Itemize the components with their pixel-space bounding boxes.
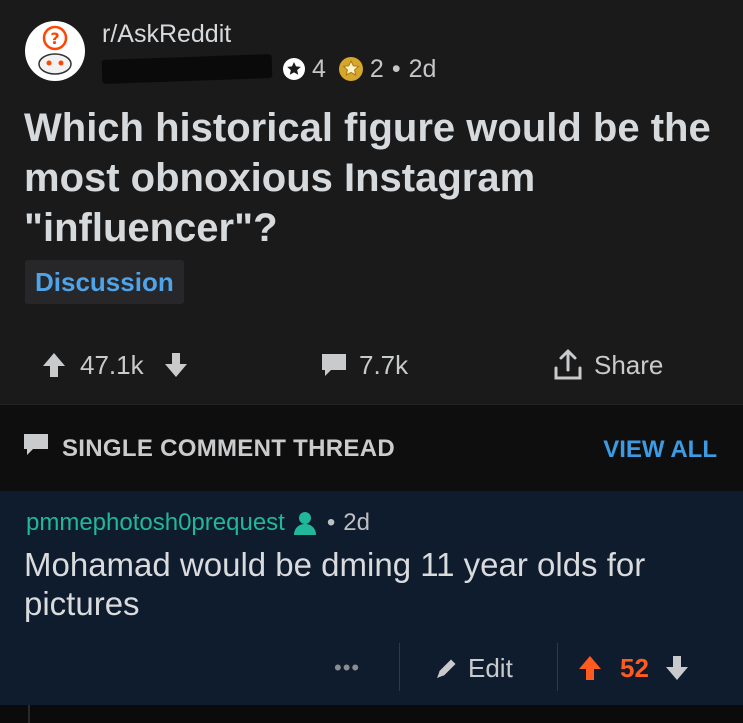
comment-score: 52 [620, 652, 649, 683]
upvote-count: 47.1k [80, 349, 144, 380]
comment-count: 7.7k [359, 349, 409, 380]
comment-separator: • [326, 509, 336, 536]
comment-author[interactable]: pmmephotosh0prequest [26, 509, 285, 537]
thread-label: SINGLE COMMENT THREAD [22, 432, 395, 465]
next-thread-strip [0, 705, 743, 723]
divider [399, 643, 400, 691]
comment-icon [319, 351, 349, 379]
karma-count: 4 [312, 54, 326, 83]
svg-text:?: ? [50, 29, 59, 48]
snoo-question-icon: ? [25, 21, 85, 81]
subreddit-avatar[interactable]: ? [24, 20, 86, 82]
edit-label: Edit [468, 652, 513, 683]
downvote-icon[interactable] [162, 350, 190, 380]
comment-card: pmmephotosh0prequest • 2d Mohamad would … [0, 491, 743, 723]
post-card: ? r/AskReddit 4 2 • 2d Which historical … [0, 0, 743, 405]
post-flair[interactable]: Discussion [25, 260, 184, 304]
comment-age: 2d [343, 509, 370, 536]
thread-label-text: SINGLE COMMENT THREAD [62, 434, 395, 462]
comment-actions: ••• Edit 52 [0, 641, 743, 695]
thread-line [28, 705, 30, 723]
gold-award-icon [338, 56, 364, 82]
more-options-button[interactable]: ••• [334, 655, 360, 681]
op-user-icon [291, 509, 319, 537]
post-actions: 47.1k 7.7k Share [0, 340, 743, 390]
comment-meta: pmmephotosh0prequest • 2d [26, 509, 370, 537]
single-thread-banner: SINGLE COMMENT THREAD VIEW ALL [0, 405, 743, 491]
upvote-icon[interactable] [40, 350, 68, 380]
post-age: 2d [408, 54, 437, 83]
post-title[interactable]: Which historical figure would be the mos… [24, 103, 714, 253]
meta-separator: • [391, 54, 401, 83]
post-meta: 4 2 • 2d [101, 54, 462, 84]
comments-button[interactable]: 7.7k [319, 340, 408, 390]
share-label: Share [594, 349, 664, 380]
divider [557, 643, 558, 691]
share-icon [552, 348, 584, 382]
subreddit-name[interactable]: r/AskReddit [102, 20, 231, 49]
downvote-icon[interactable] [663, 653, 691, 683]
edit-button[interactable]: Edit [434, 641, 513, 695]
award-count: 2 [369, 54, 384, 83]
comment-body: Mohamad would be dming 11 year olds for … [24, 546, 646, 622]
upvote-icon[interactable] [576, 653, 604, 683]
post-vote-group: 47.1k [40, 340, 190, 390]
comment-vote-group: 52 [576, 641, 691, 695]
view-all-link[interactable]: VIEW ALL [603, 436, 717, 464]
redacted-username [101, 54, 273, 84]
share-button[interactable]: Share [552, 340, 663, 390]
pencil-icon [434, 655, 460, 681]
comment-icon [22, 432, 50, 465]
star-badge-icon [282, 57, 306, 81]
